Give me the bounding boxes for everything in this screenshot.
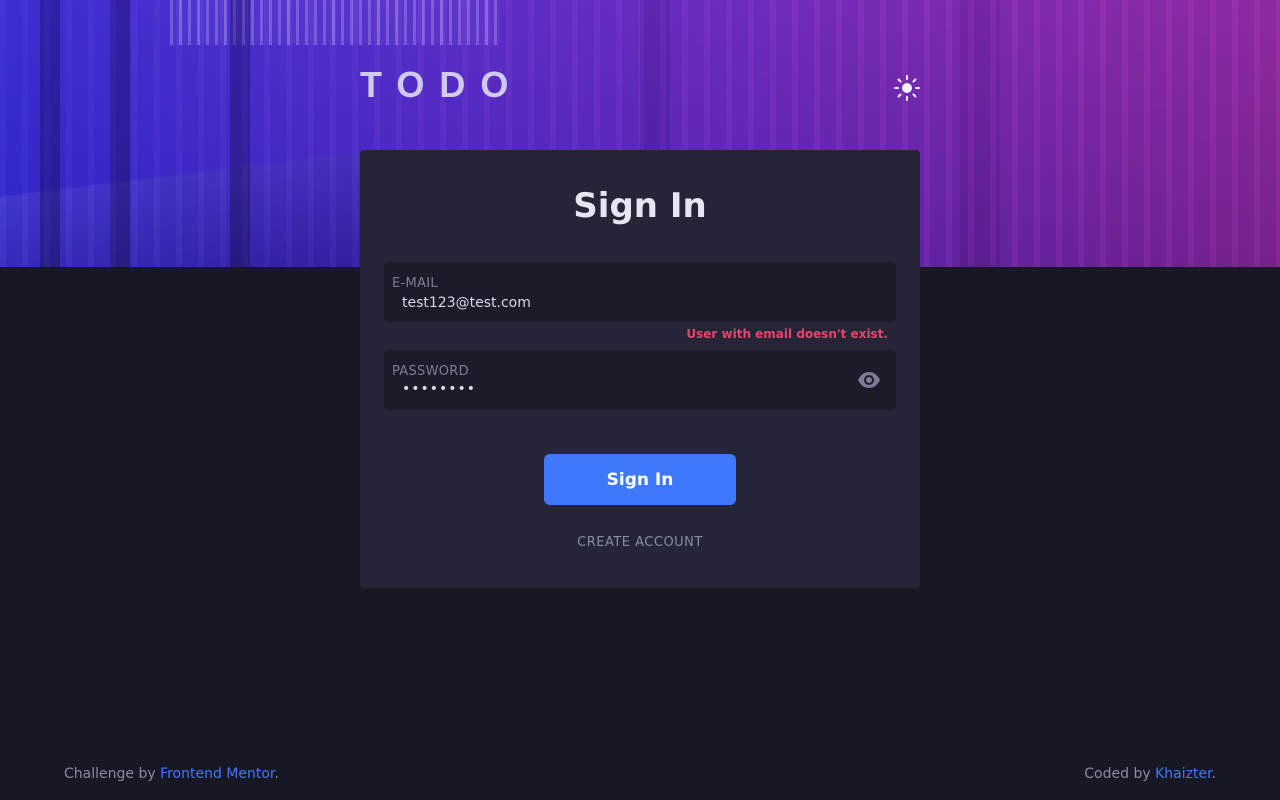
password-field[interactable]: PASSWORD •••••••• [384, 350, 896, 410]
footer-credit-left: Challenge by Frontend Mentor. [64, 766, 279, 782]
footer-right-prefix: Coded by [1084, 766, 1156, 782]
eye-icon [858, 372, 880, 388]
password-input[interactable]: •••••••• [402, 381, 476, 397]
password-label: PASSWORD [392, 364, 469, 379]
frontend-mentor-link[interactable]: Frontend Mentor [160, 766, 274, 782]
app-logo: TODO [360, 64, 524, 105]
author-link[interactable]: Khaizter [1155, 766, 1211, 782]
create-account-row: CREATE ACCOUNT [0, 535, 1280, 550]
signin-title: Sign In [573, 186, 707, 226]
theme-toggle-button[interactable] [893, 74, 921, 102]
footer-right-suffix: . [1211, 766, 1216, 782]
toggle-password-visibility-button[interactable] [857, 370, 881, 390]
sun-icon [894, 75, 920, 101]
email-field[interactable]: E-MAIL test123@test.com [384, 262, 896, 322]
email-error-message: User with email doesn't exist. [686, 327, 888, 341]
footer-left-suffix: . [274, 766, 279, 782]
email-label: E-MAIL [392, 276, 438, 291]
footer-left-prefix: Challenge by [64, 766, 161, 782]
email-input[interactable]: test123@test.com [402, 295, 531, 311]
create-account-link[interactable]: CREATE ACCOUNT [577, 535, 703, 550]
footer-credit-right: Coded by Khaizter. [1084, 766, 1216, 782]
signin-button[interactable]: Sign In [544, 454, 736, 505]
